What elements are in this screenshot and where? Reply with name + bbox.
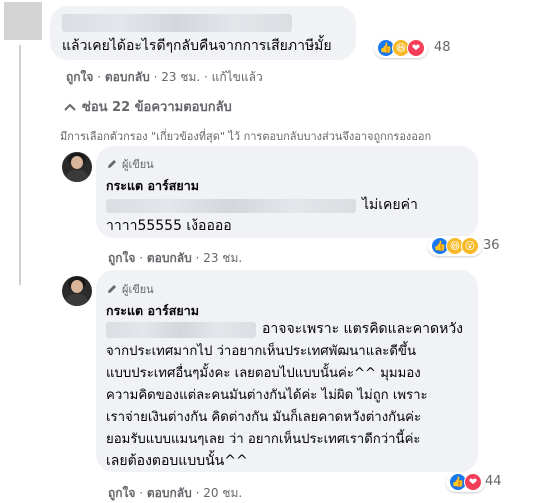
chevron-up-icon [64,103,76,111]
edited-label: แก้ไขแล้ว [211,70,263,84]
reply1-reactions[interactable]: 👍 😆 😮 [428,236,482,256]
top-comment-actions: ถูกใจ · ตอบกลับ · 23 ชม. · แก้ไขแล้ว [66,70,263,84]
hide-replies-label: ซ่อน 22 ข้อความตอบกลับ [82,100,232,115]
top-comment-text: แล้วเคยได้อะไรดีๆกลับคืนจากการเสียภาษีมั… [62,38,332,54]
reply2-text-line: เราจ่ายเงินต่างกัน คิดต่างกัน มันก็เลยคา… [106,410,422,425]
reply1-reaction-count: 36 [483,238,500,253]
avatar[interactable] [4,2,42,40]
reply-link[interactable]: ตอบกลับ [147,486,192,500]
reply1-author-name[interactable]: กระแต อาร์สยาม [106,176,199,196]
reply2-text-line: เลยต้องตอบแบบนั้น^^ [106,453,248,469]
redacted-name [62,14,292,32]
reply-link[interactable]: ตอบกลับ [147,251,192,265]
reply-link[interactable]: ตอบกลับ [105,70,150,84]
like-link[interactable]: ถูกใจ [108,251,135,265]
filter-notice: มีการเลือกตัวกรอง "เกี่ยวข้องที่สุด" ไว้… [60,130,432,143]
love-icon: ❤ [407,39,425,57]
reply2-reaction-count: 44 [485,474,502,489]
reply2-text-line: แบบประเทศอื่นๆมั้งคะ เลยตอบไปแบบนั้นค่ะ^… [106,366,421,381]
reply2-text-line: จากประเทศมากไป ว่าอยากเห็นประเทศพัฒนาและ… [106,344,416,359]
like-link[interactable]: ถูกใจ [66,70,93,84]
reply2-text-line: อาจจะเพราะ แตรคิดและคาดหวัง [262,321,464,337]
avatar[interactable] [62,152,92,182]
top-comment-reactions[interactable]: 👍 😆 ❤ [374,38,428,58]
redacted-text [106,199,356,213]
reply2-author-name[interactable]: กระแต อาร์สยาม [106,301,199,321]
like-link[interactable]: ถูกใจ [108,486,135,500]
timestamp[interactable]: 23 ชม. [161,70,200,84]
reply2-reactions[interactable]: 👍 ❤ [446,472,485,492]
reply2-text-line: ความคิดของแต่ละคนมันต่างกันได้ค่ะ ไม่ผิด… [106,388,428,403]
timestamp[interactable]: 20 ชม. [203,486,242,500]
timestamp[interactable]: 23 ชม. [203,251,242,265]
reply2-actions: ถูกใจ · ตอบกลับ · 20 ชม. [108,486,243,500]
wow-icon: 😮 [461,237,479,255]
reply2-text-line: ยอมรับแบบแมนๆเลย ว่า อยากเห็นประเทศเราดี… [106,432,421,447]
thread-line [19,45,21,285]
avatar[interactable] [62,276,92,306]
hide-replies-button[interactable]: ซ่อน 22 ข้อความตอบกลับ [64,96,232,117]
love-icon: ❤ [464,473,482,491]
pencil-icon [108,160,116,168]
top-comment-reaction-count: 48 [434,40,451,55]
reply1-text-line2: าาาา55555 เง้ออออ [106,218,232,234]
redacted-text [106,322,256,338]
author-badge: ผู้เขียน [106,280,154,298]
reply1-text-line1: ไม่เคยค่า [362,197,418,213]
reply1-actions: ถูกใจ · ตอบกลับ · 23 ชม. [108,251,243,265]
author-badge: ผู้เขียน [106,155,154,173]
pencil-icon [108,285,116,293]
